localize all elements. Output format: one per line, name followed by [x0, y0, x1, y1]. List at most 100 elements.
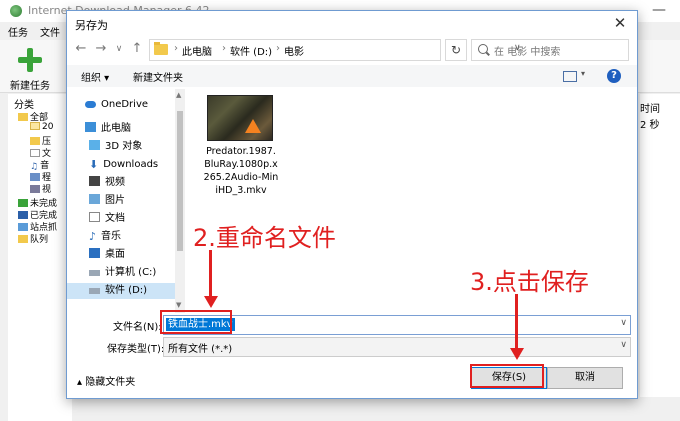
file-name-label: Predator.1987. BluRay.1080p.x 265.2Audio…	[203, 146, 279, 196]
nav-item-videos[interactable]: 视频	[89, 175, 125, 191]
filename-field[interactable]: 铁血战士.mkv ∨	[163, 315, 631, 335]
nav-item-onedrive[interactable]: OneDrive	[85, 97, 148, 113]
tree-item[interactable]: 视	[30, 182, 51, 195]
add-task-icon[interactable]	[18, 48, 42, 72]
scroll-up-icon[interactable]: ▲	[176, 91, 181, 99]
folder-icon	[30, 122, 40, 130]
forward-icon[interactable]: →	[93, 41, 109, 57]
search-input[interactable]: 在 电影 中搜索	[471, 39, 629, 61]
filename-label: 文件名(N):	[113, 322, 162, 333]
save-highlight-box	[470, 364, 544, 388]
nav-scrollbar[interactable]: ▲ ▼	[175, 89, 185, 313]
program-icon	[30, 173, 40, 181]
new-folder-button[interactable]: 新建文件夹	[133, 69, 183, 84]
nav-item-documents[interactable]: 文档	[89, 211, 125, 227]
annotation-save: 3.点击保存	[470, 268, 589, 296]
cancel-button[interactable]: 取消	[547, 367, 623, 389]
tree-item[interactable]: 压	[30, 134, 51, 147]
menu-file[interactable]: 文件	[40, 24, 60, 39]
finished-icon	[18, 211, 28, 219]
nav-item-this-pc[interactable]: 此电脑	[85, 121, 131, 137]
refresh-button[interactable]: ↻	[445, 39, 467, 61]
filename-highlight-box	[160, 310, 232, 334]
view-dropdown-icon[interactable]: ▾	[581, 69, 585, 78]
idm-statusbar	[72, 397, 680, 421]
tree-item[interactable]: 文	[30, 146, 51, 159]
breadcrumb-this-pc[interactable]: 此电脑	[182, 43, 212, 58]
nav-item-pictures[interactable]: 图片	[89, 193, 125, 209]
breadcrumb-movies[interactable]: 电影	[284, 43, 304, 58]
desktop-icon	[89, 248, 100, 258]
help-icon[interactable]: ?	[607, 69, 621, 83]
filetype-label: 保存类型(T):	[107, 344, 165, 355]
search-icon	[478, 44, 488, 54]
document-icon	[30, 149, 40, 157]
scrollbar-thumb[interactable]	[177, 111, 183, 251]
tree-item-grabber[interactable]: 站点抓	[18, 220, 57, 233]
breadcrumb-drive-d[interactable]: 软件 (D:)	[230, 43, 272, 58]
picture-icon	[89, 194, 100, 204]
category-sidebar: 分类 全部 20 压 文 ♫ 音 程 视 未完成 已完成 站点抓 队列	[8, 94, 73, 421]
chevron-down-icon[interactable]: ∨	[620, 340, 627, 350]
arrow-down-icon	[510, 348, 524, 360]
nav-item-drive-c[interactable]: 计算机 (C:)	[89, 265, 156, 281]
close-button[interactable]: ✕	[609, 13, 631, 33]
filetype-value: 所有文件 (*.*)	[168, 344, 233, 355]
folder-icon	[18, 113, 28, 121]
up-icon[interactable]: ↑	[129, 41, 145, 57]
idm-logo-icon	[10, 5, 22, 17]
menu-tasks[interactable]: 任务	[8, 24, 28, 39]
nav-item-drive-d[interactable]: 软件 (D:)	[67, 283, 175, 299]
drive-icon	[89, 288, 100, 294]
chevron-down-icon[interactable]: ∨	[620, 318, 627, 328]
download-list-right: 时间 2 秒	[640, 94, 680, 421]
address-bar[interactable]: › 此电脑 › 软件 (D:) › 电影 ∨	[149, 39, 521, 61]
search-placeholder: 在 电影 中搜索	[494, 47, 561, 58]
hide-folders-toggle[interactable]: ▴ 隐藏文件夹	[77, 373, 135, 388]
new-task-label[interactable]: 新建任务	[10, 77, 50, 92]
vlc-icon	[245, 119, 261, 133]
cloud-icon	[85, 101, 96, 108]
filetype-select[interactable]: 所有文件 (*.*) ∨	[163, 337, 631, 357]
tree-item-finished[interactable]: 已完成	[18, 208, 57, 221]
tree-item[interactable]: 程	[30, 170, 51, 183]
command-bar: 组织 ▾ 新建文件夹 ▾ ?	[67, 65, 637, 87]
nav-item-3d-objects[interactable]: 3D 对象	[89, 139, 142, 155]
download-icon: ⬇	[89, 158, 99, 171]
scroll-down-icon[interactable]: ▼	[176, 301, 181, 309]
tree-item-queue[interactable]: 队列	[18, 232, 48, 245]
view-options-icon[interactable]	[563, 71, 577, 82]
tree-item-unfinished[interactable]: 未完成	[18, 196, 57, 209]
tree-item[interactable]: 20	[30, 122, 53, 134]
arrow-down-icon	[204, 296, 218, 308]
back-icon[interactable]: ←	[73, 41, 89, 57]
chevron-up-icon: ▴	[77, 377, 86, 388]
sidebar-title: 分类	[14, 100, 34, 111]
nav-item-music[interactable]: ♪ 音乐	[89, 229, 121, 245]
pc-icon	[85, 122, 96, 132]
arrow-rename-line	[209, 250, 212, 296]
video-icon	[30, 185, 40, 193]
dialog-title: 另存为	[75, 19, 108, 32]
arrow-save-line	[515, 294, 518, 348]
drive-icon	[89, 270, 100, 276]
tree-item-all[interactable]: 全部	[18, 110, 48, 123]
unfinished-icon	[18, 199, 28, 207]
video-thumbnail	[207, 95, 273, 141]
document-icon	[89, 212, 100, 222]
breadcrumb-sep-icon: ›	[174, 43, 178, 54]
navigation-pane: OneDrive 此电脑 3D 对象 ⬇ Downloads 视频 图片 文档 ♪…	[67, 89, 185, 313]
col-header-time: 时间	[640, 104, 660, 115]
time-value: 2 秒	[640, 120, 660, 131]
nav-item-desktop[interactable]: 桌面	[89, 247, 125, 263]
annotation-rename: 2.重命名文件	[193, 224, 336, 252]
music-icon: ♪	[89, 230, 97, 243]
nav-item-downloads[interactable]: ⬇ Downloads	[89, 157, 158, 173]
minimize-button[interactable]: —	[644, 2, 674, 20]
breadcrumb-sep-icon: ›	[276, 43, 280, 54]
queue-icon	[18, 235, 28, 243]
organize-button[interactable]: 组织 ▾	[81, 69, 109, 84]
cube-icon	[89, 140, 100, 150]
recent-dropdown-icon[interactable]: ∨	[111, 41, 127, 57]
tree-item[interactable]: ♫ 音	[30, 158, 49, 172]
